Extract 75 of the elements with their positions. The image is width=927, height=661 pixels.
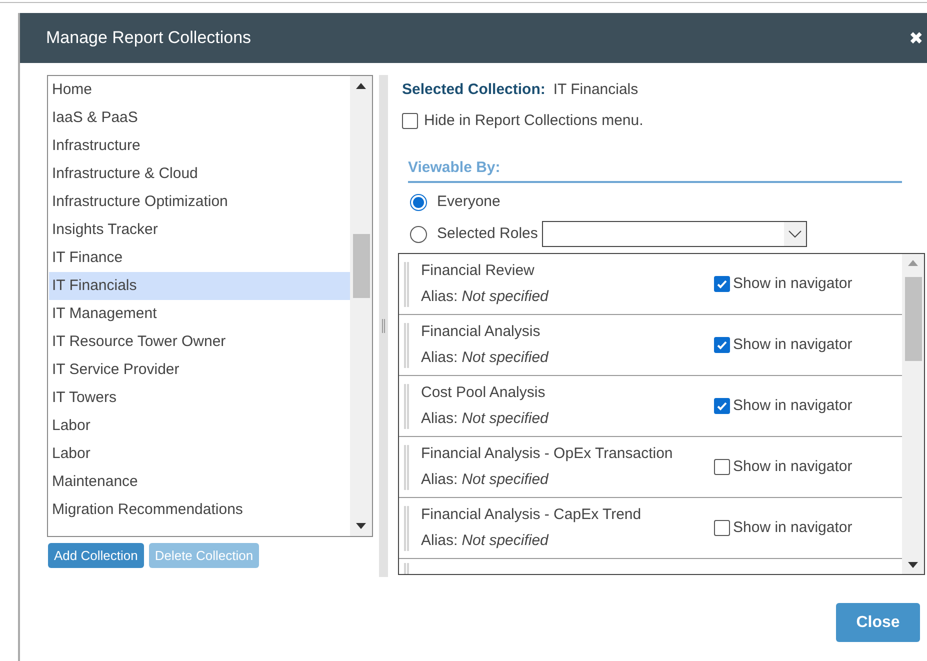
report-row[interactable]: Financial Analysis - CapEx Trend Alias: Not specified Show in navigator	[399, 498, 902, 559]
report-row[interactable]: Cost Pool Analysis Alias: Not specified Show in navigator	[399, 376, 902, 437]
alias-value: Not specified	[462, 471, 548, 489]
collection-item[interactable]: Infrastructure Optimization	[49, 188, 350, 216]
collection-item[interactable]: Maintenance	[49, 468, 350, 496]
collection-item[interactable]: IT Finance	[49, 244, 350, 272]
drag-handle-icon[interactable]	[404, 563, 409, 574]
alias-value: Not specified	[462, 410, 548, 428]
scrollbar[interactable]	[902, 254, 924, 574]
report-name: Financial Analysis - OpEx Transaction	[421, 445, 674, 463]
alias-label: Alias:	[421, 471, 458, 489]
selected-collection-value: IT Financials	[553, 80, 638, 100]
selected-collection-label: Selected Collection:	[402, 80, 546, 100]
report-name: Cost Pool Analysis	[421, 384, 546, 402]
checkbox[interactable]	[402, 112, 418, 129]
drag-handle-icon[interactable]	[404, 322, 409, 368]
alias-label: Alias:	[421, 410, 458, 428]
scroll-down-icon[interactable]	[908, 562, 918, 568]
radio-label: Everyone	[437, 192, 500, 212]
scroll-thumb[interactable]	[904, 277, 922, 361]
alias-value: Not specified	[462, 288, 548, 306]
checkbox[interactable]	[714, 276, 730, 292]
alias-label: Alias:	[421, 349, 458, 367]
collection-button[interactable]: Add Collection	[48, 543, 144, 568]
alias-value: Not specified	[462, 349, 548, 367]
alias-label: Alias:	[421, 288, 458, 306]
alias-label: Alias:	[421, 532, 458, 550]
hide-in-menu-label: Hide in Report Collections menu.	[424, 110, 644, 130]
collection-item[interactable]: Migration Recommendations	[49, 496, 350, 524]
show-in-navigator-label: Show in navigator	[733, 456, 852, 477]
collection-item[interactable]: IT Resource Tower Owner	[49, 328, 350, 356]
radio-button[interactable]	[410, 226, 427, 242]
report-name: Financial Review	[421, 262, 536, 280]
show-in-navigator-label: Show in navigator	[733, 334, 852, 355]
collection-item[interactable]: Home	[49, 76, 350, 104]
drag-handle-icon[interactable]	[404, 262, 409, 306]
viewable-by-heading: Viewable By:	[408, 159, 500, 176]
collection-item[interactable]: IaaS & PaaS	[49, 104, 350, 132]
report-name: Financial Analysis	[421, 323, 542, 341]
checkmark-icon	[716, 400, 728, 412]
radio-label: Selected Roles	[437, 224, 538, 244]
drag-handle-icon[interactable]	[404, 444, 409, 490]
checkmark-icon	[716, 339, 728, 351]
collection-item[interactable]: Labor	[49, 412, 350, 440]
alias-value: Not specified	[462, 532, 548, 550]
checkbox[interactable]	[714, 459, 730, 475]
scrollbar[interactable]	[350, 76, 372, 536]
collection-item[interactable]: Insights Tracker	[49, 216, 350, 244]
checkbox[interactable]	[714, 398, 730, 414]
collection-item[interactable]: IT Financials	[49, 272, 350, 300]
collection-item[interactable]: IT Service Provider	[49, 356, 350, 384]
collection-item[interactable]: Labor	[49, 440, 350, 468]
show-in-navigator-label: Show in navigator	[733, 518, 852, 538]
scroll-thumb[interactable]	[352, 234, 370, 298]
report-row[interactable]: Financial Analysis - OpEx Transaction Alias: Not specified Show in navigator	[399, 437, 902, 498]
collection-item[interactable]: IT Towers	[49, 384, 350, 412]
checkbox[interactable]	[714, 520, 730, 536]
collection-item[interactable]: Infrastructure & Cloud	[49, 160, 350, 188]
scroll-down-icon[interactable]	[356, 523, 366, 529]
report-name: Financial Analysis - CapEx Trend	[421, 506, 642, 524]
collection-item[interactable]: Infrastructure	[49, 132, 350, 160]
drag-handle-icon[interactable]	[404, 384, 409, 428]
dialog-title: Manage Report Collections	[46, 27, 252, 50]
roles-dropdown[interactable]	[542, 221, 807, 247]
checkmark-icon	[716, 278, 728, 290]
chevron-down-icon	[788, 230, 802, 238]
report-row[interactable]: Financial Analysis Alias: Not specified Show in navigator	[399, 315, 902, 376]
scroll-up-icon[interactable]	[356, 83, 366, 89]
report-row[interactable]: Financial Review Alias: Not specified Show in navigator	[399, 254, 902, 315]
checkbox[interactable]	[714, 337, 730, 353]
show-in-navigator-label: Show in navigator	[733, 396, 852, 416]
radio-button[interactable]	[410, 194, 427, 210]
drag-handle-icon[interactable]	[404, 506, 409, 550]
collection-item[interactable]: IT Management	[49, 300, 350, 328]
show-in-navigator-label: Show in navigator	[733, 274, 852, 294]
